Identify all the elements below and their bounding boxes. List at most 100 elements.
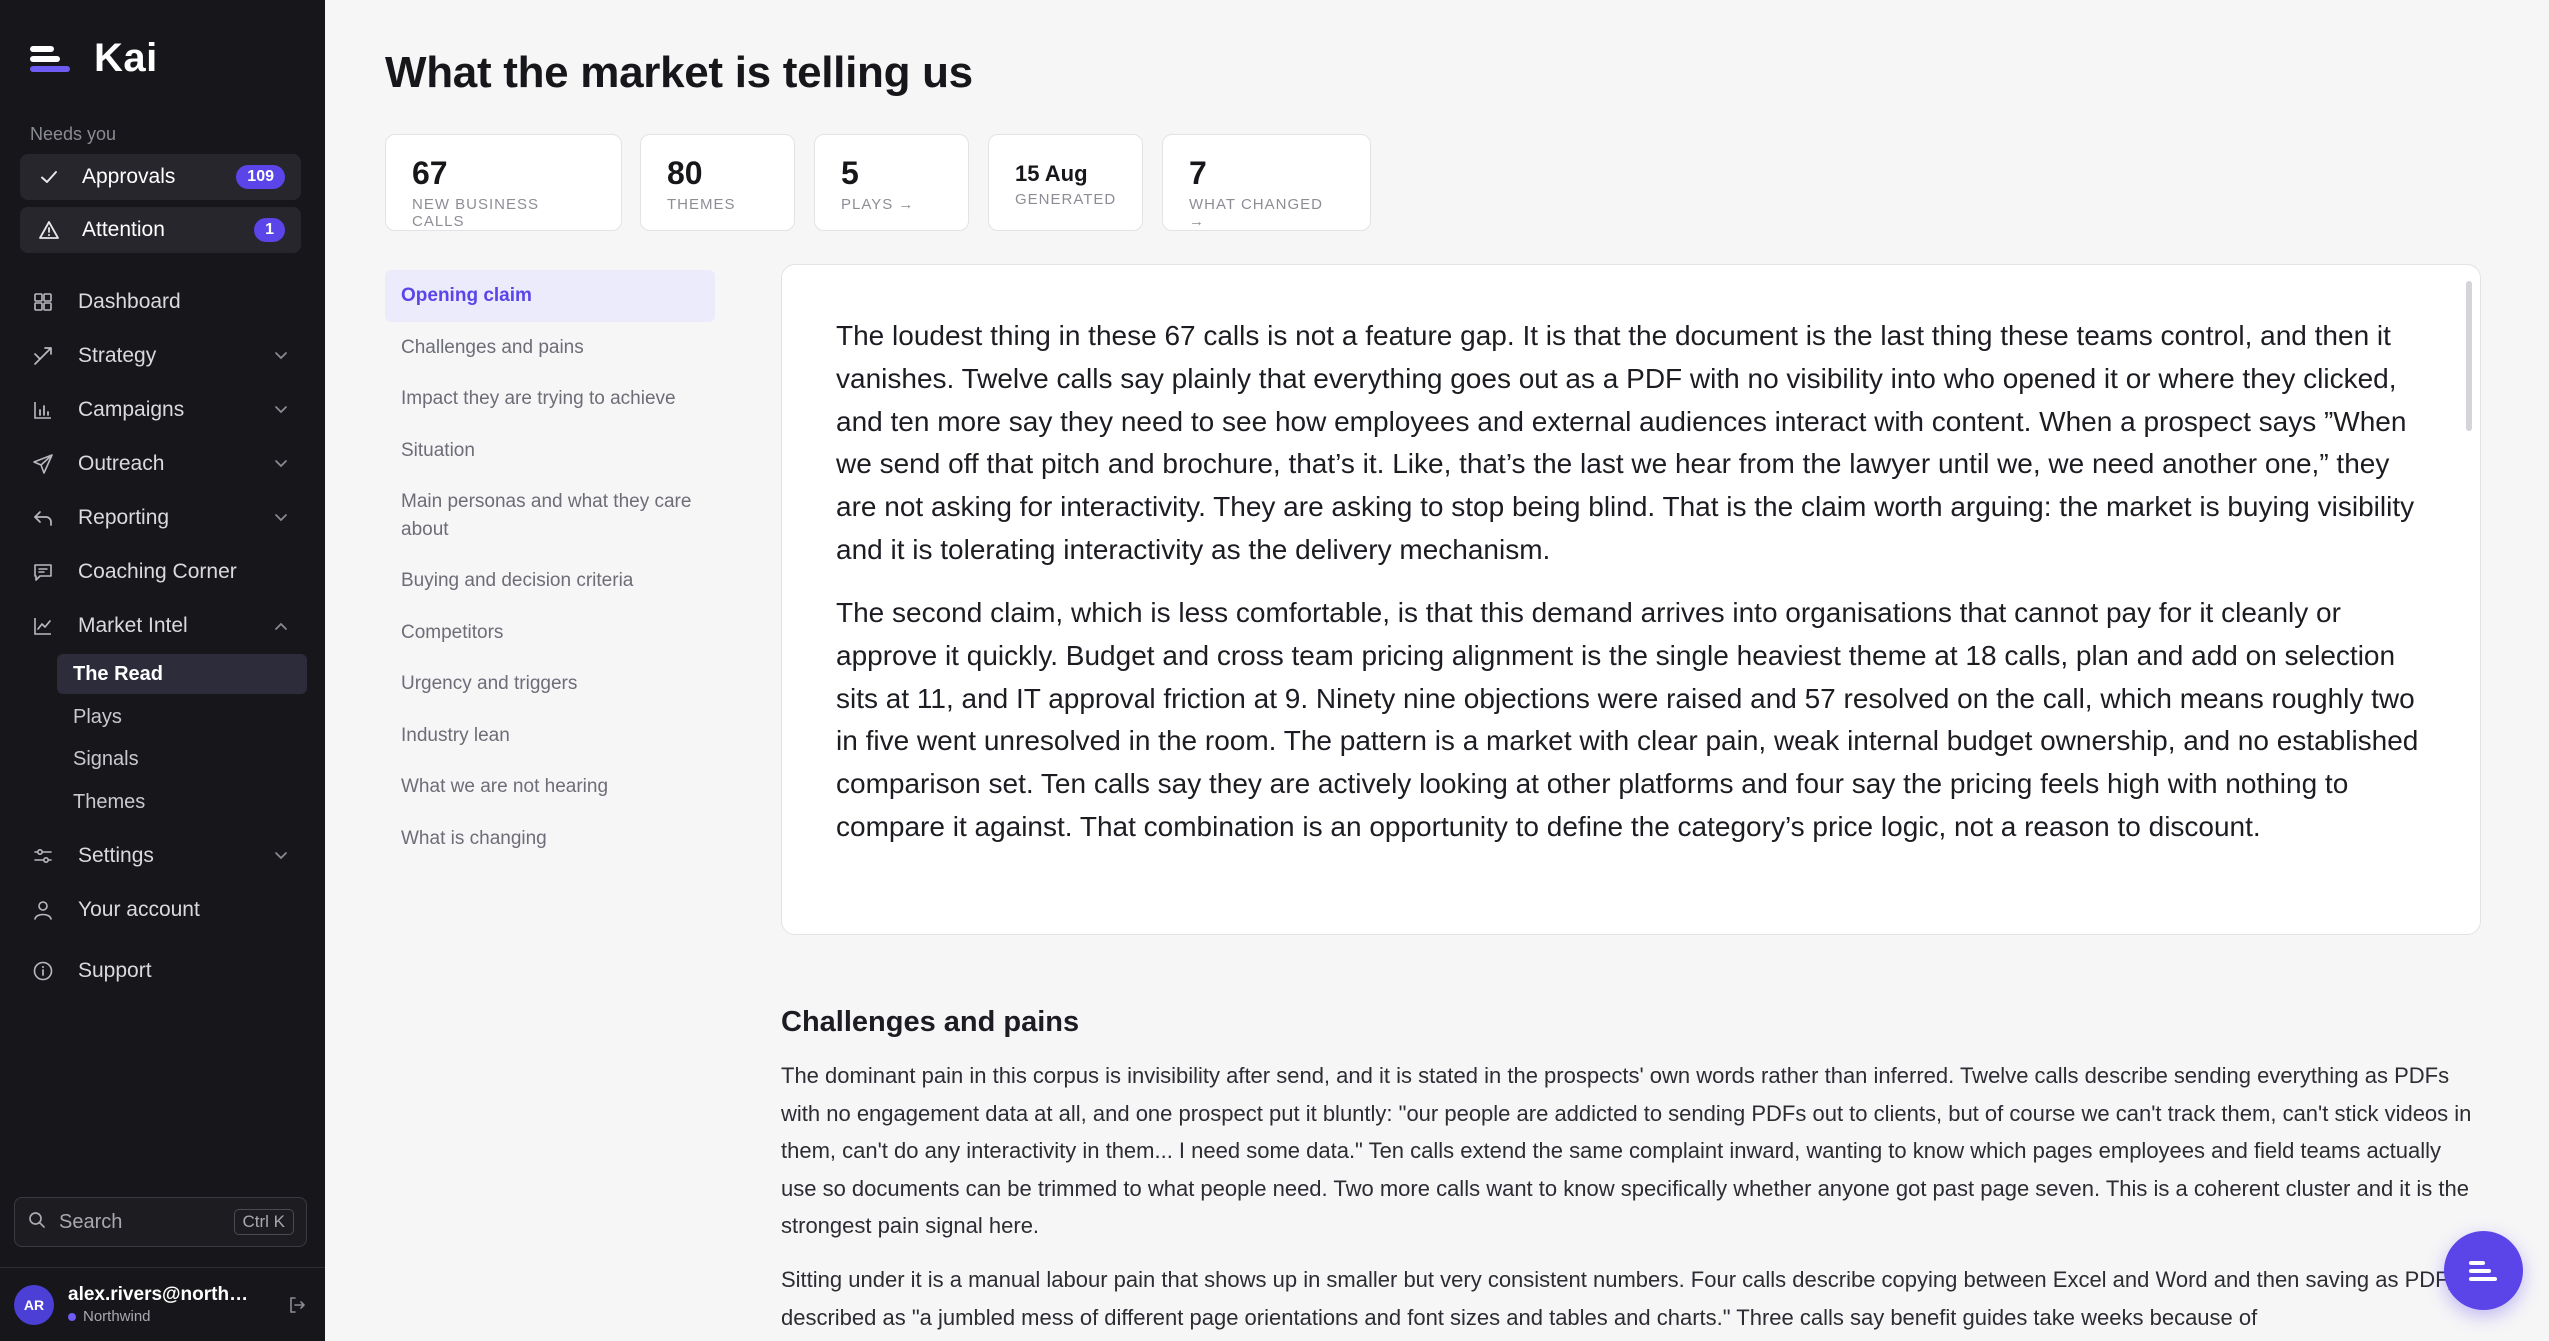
chevron-up-icon bbox=[271, 618, 291, 634]
toc-industry-lean[interactable]: Industry lean bbox=[385, 710, 715, 762]
stat-generated: 15 Aug GENERATED bbox=[988, 134, 1143, 231]
send-icon bbox=[30, 451, 56, 477]
approvals-count-badge: 109 bbox=[236, 165, 285, 189]
stat-caption: THEMES bbox=[667, 196, 736, 213]
page-title: What the market is telling us bbox=[385, 48, 973, 97]
sidebar-search[interactable]: Search Ctrl K bbox=[14, 1197, 307, 1247]
kai-logo-icon bbox=[30, 42, 72, 76]
subnav-the-read[interactable]: The Read bbox=[57, 654, 307, 694]
attention-count-badge: 1 bbox=[254, 218, 285, 242]
info-icon bbox=[30, 958, 56, 984]
user-meta: alex.rivers@northw... Northwind bbox=[68, 1284, 283, 1325]
toc-not-hearing[interactable]: What we are not hearing bbox=[385, 761, 715, 813]
brand[interactable]: Kai bbox=[30, 36, 158, 81]
card-scrollbar[interactable] bbox=[2466, 281, 2472, 431]
stat-value: 7 bbox=[1189, 155, 1207, 191]
chevron-down-icon bbox=[271, 402, 291, 418]
check-icon bbox=[36, 164, 62, 190]
stat-value: 80 bbox=[667, 155, 703, 191]
approvals-label: Approvals bbox=[82, 165, 176, 188]
search-icon bbox=[27, 1210, 47, 1235]
nav-dashboard[interactable]: Dashboard bbox=[20, 280, 301, 324]
stat-themes: 80 THEMES bbox=[640, 134, 795, 231]
nav-settings-label: Settings bbox=[78, 844, 154, 867]
challenges-section: Challenges and pains The dominant pain i… bbox=[781, 1006, 2481, 1341]
attention-label: Attention bbox=[82, 218, 165, 241]
bar-chart-icon bbox=[30, 397, 56, 423]
nav-your-account[interactable]: Your account bbox=[20, 888, 301, 932]
chat-icon bbox=[30, 559, 56, 585]
strategy-icon bbox=[30, 343, 56, 369]
subnav-plays[interactable]: Plays bbox=[57, 697, 307, 737]
nav-reporting[interactable]: Reporting bbox=[20, 496, 301, 540]
stat-caption: PLAYS → bbox=[841, 196, 915, 213]
nav-coaching-corner[interactable]: Coaching Corner bbox=[20, 550, 301, 594]
nav-support-label: Support bbox=[78, 959, 152, 982]
approvals-item[interactable]: Approvals 109 bbox=[20, 154, 301, 200]
user-profile[interactable]: AR alex.rivers@northw... Northwind bbox=[0, 1267, 325, 1341]
nav-your-account-label: Your account bbox=[78, 898, 200, 921]
stat-value: 67 bbox=[412, 155, 448, 191]
stat-plays[interactable]: 5 PLAYS → bbox=[814, 134, 969, 231]
opening-claim-paragraph: The second claim, which is less comforta… bbox=[836, 596, 2419, 843]
needs-you-label: Needs you bbox=[30, 124, 117, 144]
reply-arrow-icon bbox=[30, 505, 56, 531]
chevron-down-icon bbox=[271, 456, 291, 472]
opening-claim-paragraph: The loudest thing in these 67 calls is n… bbox=[836, 320, 2415, 566]
subnav-signals[interactable]: Signals bbox=[57, 739, 307, 779]
avatar: AR bbox=[14, 1284, 54, 1325]
toc-impact[interactable]: Impact they are trying to achieve bbox=[385, 373, 715, 425]
user-icon bbox=[30, 897, 56, 923]
warning-icon bbox=[36, 217, 62, 243]
toc-situation[interactable]: Situation bbox=[385, 425, 715, 477]
nav-support[interactable]: Support bbox=[20, 949, 301, 993]
nav-settings[interactable]: Settings bbox=[20, 834, 301, 878]
nav-outreach-label: Outreach bbox=[78, 452, 165, 475]
toc-opening-claim[interactable]: Opening claim bbox=[385, 270, 715, 322]
toc-competitors[interactable]: Competitors bbox=[385, 607, 715, 659]
search-shortcut: Ctrl K bbox=[233, 1209, 294, 1235]
org-dot-icon bbox=[68, 1312, 76, 1321]
table-of-contents: Opening claim Challenges and pains Impac… bbox=[385, 270, 715, 865]
stat-value: 15 Aug bbox=[1015, 161, 1088, 186]
logout-icon[interactable] bbox=[283, 1291, 311, 1319]
stat-caption: NEW BUSINESS CALLS bbox=[412, 196, 540, 230]
toc-challenges-and-pains[interactable]: Challenges and pains bbox=[385, 322, 715, 374]
stat-caption: WHAT CHANGED → bbox=[1189, 196, 1323, 230]
section-heading: Challenges and pains bbox=[781, 1006, 1080, 1038]
user-email: alex.rivers@northw... bbox=[68, 1284, 258, 1305]
section-paragraph: The dominant pain in this corpus is invi… bbox=[781, 1063, 2472, 1239]
stat-caption: GENERATED bbox=[1015, 191, 1117, 208]
search-label: Search bbox=[59, 1210, 123, 1233]
user-org: Northwind bbox=[68, 1308, 283, 1325]
nav-strategy[interactable]: Strategy bbox=[20, 334, 301, 378]
attention-item[interactable]: Attention 1 bbox=[20, 207, 301, 253]
sidebar: Kai Needs you Approvals 109 Attention 1 … bbox=[0, 0, 325, 1341]
opening-claim-card: The loudest thing in these 67 calls is n… bbox=[781, 264, 2481, 935]
nav-coaching-corner-label: Coaching Corner bbox=[78, 560, 237, 583]
toc-what-is-changing[interactable]: What is changing bbox=[385, 813, 715, 865]
nav-reporting-label: Reporting bbox=[78, 506, 170, 529]
chevron-down-icon bbox=[271, 510, 291, 526]
chevron-down-icon bbox=[271, 348, 291, 364]
subnav-themes[interactable]: Themes bbox=[57, 782, 307, 822]
stat-new-business-calls: 67 NEW BUSINESS CALLS bbox=[385, 134, 622, 231]
assistant-fab-button[interactable] bbox=[2444, 1231, 2523, 1310]
user-org-name: Northwind bbox=[83, 1308, 151, 1325]
nav-market-intel[interactable]: Market Intel bbox=[20, 604, 301, 648]
section-paragraph: Sitting under it is a manual labour pain… bbox=[781, 1267, 2453, 1330]
stat-value: 5 bbox=[841, 155, 859, 191]
nav-campaigns[interactable]: Campaigns bbox=[20, 388, 301, 432]
stat-what-changed[interactable]: 7 WHAT CHANGED → bbox=[1162, 134, 1371, 231]
chevron-down-icon bbox=[271, 848, 291, 864]
dashboard-icon bbox=[30, 289, 56, 315]
nav-dashboard-label: Dashboard bbox=[78, 290, 181, 313]
toc-urgency[interactable]: Urgency and triggers bbox=[385, 658, 715, 710]
toc-buying-criteria[interactable]: Buying and decision criteria bbox=[385, 555, 715, 607]
nav-strategy-label: Strategy bbox=[78, 344, 157, 367]
trend-chart-icon bbox=[30, 613, 56, 639]
nav-outreach[interactable]: Outreach bbox=[20, 442, 301, 486]
kai-logo-icon bbox=[2468, 1259, 2499, 1283]
nav-campaigns-label: Campaigns bbox=[78, 398, 185, 421]
toc-main-personas[interactable]: Main personas and what they care about bbox=[385, 476, 715, 555]
